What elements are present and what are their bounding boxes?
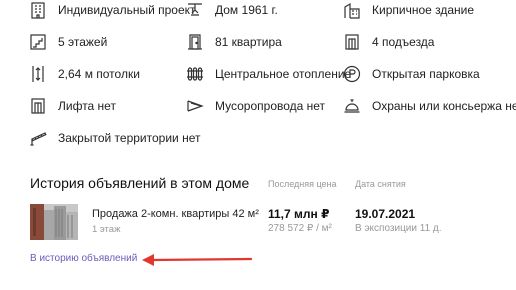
feature-label: Центральное отопление bbox=[215, 67, 352, 81]
feature-entrances: 4 подъезда bbox=[342, 32, 516, 52]
listing-floor: 1 этаж bbox=[92, 224, 121, 235]
history-link[interactable]: В историю объявлений bbox=[30, 253, 137, 264]
garbage-chute-icon bbox=[185, 96, 205, 116]
concierge-bell-icon bbox=[342, 96, 362, 116]
listing-exposure: В экспозиции 11 д. bbox=[355, 223, 442, 234]
listing-title[interactable]: Продажа 2-комн. квартиры 42 м² bbox=[92, 208, 259, 220]
feature-label: Открытая парковка bbox=[372, 67, 480, 81]
feature-label: Мусоропровода нет bbox=[215, 99, 326, 113]
feature-material: Кирпичное здание bbox=[342, 0, 516, 20]
feature-label: Кирпичное здание bbox=[372, 3, 475, 17]
feature-parking: Открытая парковка bbox=[342, 64, 516, 84]
column-header-price: Последняя цена bbox=[268, 179, 337, 189]
listing-removal-date: 19.07.2021 bbox=[355, 207, 416, 221]
elevator-icon bbox=[28, 96, 48, 116]
feature-label: Охраны или консьержа нет bbox=[372, 99, 516, 113]
feature-garbage: Мусоропровода нет bbox=[185, 96, 355, 116]
building-icon bbox=[28, 0, 48, 20]
feature-label: 4 подъезда bbox=[372, 35, 435, 49]
stairs-icon bbox=[28, 32, 48, 52]
feature-individual-project: Индивидуальный проект bbox=[28, 0, 208, 20]
feature-label: 81 квартира bbox=[215, 35, 282, 49]
feature-heating: Центральное отопление bbox=[185, 64, 355, 84]
entrance-icon bbox=[342, 32, 362, 52]
feature-concierge: Охраны или консьержа нет bbox=[342, 96, 516, 116]
feature-ceilings: 2,64 м потолки bbox=[28, 64, 208, 84]
column-header-date: Дата снятия bbox=[355, 179, 406, 189]
feature-label: Закрытой территории нет bbox=[58, 131, 201, 145]
parking-icon bbox=[342, 64, 362, 84]
feature-lift: Лифта нет bbox=[28, 96, 208, 116]
ceiling-height-icon bbox=[28, 64, 48, 84]
feature-floors: 5 этажей bbox=[28, 32, 208, 52]
radiator-icon bbox=[185, 64, 205, 84]
feature-closed-territory: Закрытой территории нет bbox=[28, 128, 208, 148]
feature-flats: 81 квартира bbox=[185, 32, 355, 52]
feature-label: Дом 1961 г. bbox=[215, 3, 278, 17]
door-icon bbox=[185, 32, 205, 52]
barrier-icon bbox=[28, 128, 48, 148]
brick-building-icon bbox=[342, 0, 362, 20]
listing-thumbnail[interactable] bbox=[30, 204, 78, 240]
feature-year: Дом 1961 г. bbox=[185, 0, 355, 20]
listing-price-per-meter: 278 572 ₽ / м² bbox=[268, 223, 332, 234]
annotation-arrow-icon bbox=[142, 254, 253, 266]
crane-icon bbox=[185, 0, 205, 20]
history-title: История объявлений в этом доме bbox=[30, 175, 250, 191]
listing-price: 11,7 млн ₽ bbox=[268, 207, 330, 221]
